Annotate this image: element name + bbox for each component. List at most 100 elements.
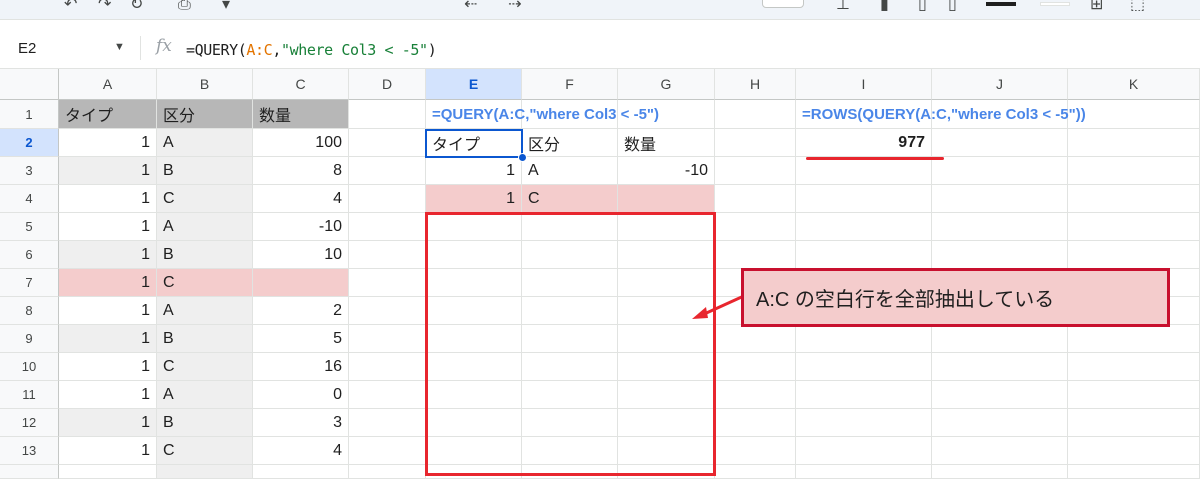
source-cell[interactable]: 1	[59, 437, 157, 465]
redo-icon[interactable]: ↻	[130, 0, 143, 13]
grid-cell[interactable]	[349, 353, 426, 381]
row-header-1[interactable]: 1	[0, 100, 59, 129]
source-cell[interactable]	[59, 465, 157, 479]
underline-icon[interactable]: ⊥	[836, 0, 850, 13]
grid-cell[interactable]	[349, 129, 426, 157]
query-formula-label[interactable]: =QUERY(A:C,"where Col3 < -5")	[426, 100, 659, 129]
source-cell[interactable]: -10	[253, 213, 349, 241]
source-header-type[interactable]: タイプ	[59, 100, 157, 129]
grid-cell[interactable]	[796, 437, 932, 465]
column-header-k[interactable]: K	[1068, 69, 1200, 100]
source-cell[interactable]: 1	[59, 381, 157, 409]
grid-cell[interactable]	[1068, 437, 1200, 465]
source-cell[interactable]: C	[157, 353, 253, 381]
grid-cell[interactable]	[796, 185, 932, 213]
source-cell[interactable]: 1	[59, 157, 157, 185]
grid-cell[interactable]	[349, 409, 426, 437]
grid-cell[interactable]	[1068, 353, 1200, 381]
query-cell[interactable]: -10	[618, 157, 715, 185]
source-cell[interactable]: 100	[253, 129, 349, 157]
bold-icon[interactable]: ▮	[880, 0, 889, 13]
source-cell[interactable]: B	[157, 157, 253, 185]
source-cell[interactable]: C	[157, 185, 253, 213]
query-cell[interactable]: 1	[426, 157, 522, 185]
grid-cell[interactable]	[715, 381, 796, 409]
row-header-13[interactable]: 13	[0, 437, 59, 465]
row-header-10[interactable]: 10	[0, 353, 59, 381]
grid-cell[interactable]	[349, 100, 426, 129]
paint-format-icon[interactable]: ▾	[222, 0, 230, 13]
column-header-d[interactable]: D	[349, 69, 426, 100]
grid-cell[interactable]	[1068, 100, 1200, 129]
column-header-f[interactable]: F	[522, 69, 618, 100]
source-cell[interactable]: 1	[59, 213, 157, 241]
source-cell[interactable]	[253, 465, 349, 479]
column-header-a[interactable]: A	[59, 69, 157, 100]
grid-cell[interactable]	[349, 241, 426, 269]
grid-cell[interactable]	[1068, 241, 1200, 269]
grid-cell[interactable]	[349, 465, 426, 479]
source-cell[interactable]	[253, 269, 349, 297]
chevron-down-icon[interactable]: ▼	[114, 41, 125, 53]
formula-input[interactable]: =QUERY(A:C,"where Col3 < -5")	[186, 41, 437, 59]
merge-icon[interactable]: ⬚	[1130, 0, 1145, 13]
grid-cell[interactable]	[932, 437, 1068, 465]
column-header-j[interactable]: J	[932, 69, 1068, 100]
grid-cell[interactable]	[349, 269, 426, 297]
grid-cell[interactable]	[796, 241, 932, 269]
source-header-category[interactable]: 区分	[157, 100, 253, 129]
grid-cell[interactable]	[932, 157, 1068, 185]
query-header-category[interactable]: 区分	[522, 129, 618, 157]
source-cell[interactable]: 1	[59, 269, 157, 297]
name-box[interactable]: E2	[18, 40, 36, 57]
fill-handle[interactable]	[518, 153, 527, 162]
query-cell[interactable]: A	[522, 157, 618, 185]
row-header-9[interactable]: 9	[0, 325, 59, 353]
grid-cell[interactable]	[1068, 409, 1200, 437]
source-cell[interactable]: 0	[253, 381, 349, 409]
column-header-i[interactable]: I	[796, 69, 932, 100]
query-cell[interactable]	[618, 185, 715, 213]
grid-cell[interactable]	[1068, 213, 1200, 241]
grid-cell[interactable]	[349, 157, 426, 185]
back-icon[interactable]: ⇠	[464, 0, 477, 13]
grid-cell[interactable]	[715, 157, 796, 185]
grid-cell[interactable]	[932, 325, 1068, 353]
source-cell[interactable]: 1	[59, 185, 157, 213]
grid-cell[interactable]	[715, 325, 796, 353]
fill-color-icon[interactable]	[1040, 2, 1070, 6]
source-cell[interactable]: 4	[253, 185, 349, 213]
grid-cell[interactable]	[349, 325, 426, 353]
source-cell[interactable]	[157, 465, 253, 479]
source-cell[interactable]: A	[157, 213, 253, 241]
column-header-c[interactable]: C	[253, 69, 349, 100]
column-header-b[interactable]: B	[157, 69, 253, 100]
source-cell[interactable]: 1	[59, 297, 157, 325]
grid-cell[interactable]	[932, 213, 1068, 241]
source-cell[interactable]: 10	[253, 241, 349, 269]
grid-cell[interactable]	[796, 213, 932, 241]
print-icon[interactable]: ⎙	[178, 0, 191, 14]
grid-cell[interactable]	[932, 185, 1068, 213]
row-header-3[interactable]: 3	[0, 157, 59, 185]
query-cell[interactable]: C	[522, 185, 618, 213]
source-cell[interactable]: 4	[253, 437, 349, 465]
source-cell[interactable]: B	[157, 409, 253, 437]
column-header-e[interactable]: E	[426, 69, 522, 100]
font-size-box[interactable]	[762, 0, 804, 8]
grid-cell[interactable]	[349, 437, 426, 465]
row-header-12[interactable]: 12	[0, 409, 59, 437]
query-header-quantity[interactable]: 数量	[618, 129, 715, 157]
source-cell[interactable]: A	[157, 129, 253, 157]
grid-cell[interactable]	[715, 409, 796, 437]
source-cell[interactable]: B	[157, 325, 253, 353]
grid-cell[interactable]	[715, 129, 796, 157]
row-header-11[interactable]: 11	[0, 381, 59, 409]
italic-icon[interactable]: ▯	[918, 0, 927, 13]
column-header-g[interactable]: G	[618, 69, 715, 100]
row-header-7[interactable]: 7	[0, 269, 59, 297]
source-cell[interactable]: 1	[59, 353, 157, 381]
borders-icon[interactable]: ⊞	[1090, 0, 1103, 13]
source-cell[interactable]: C	[157, 437, 253, 465]
source-cell[interactable]: 1	[59, 129, 157, 157]
